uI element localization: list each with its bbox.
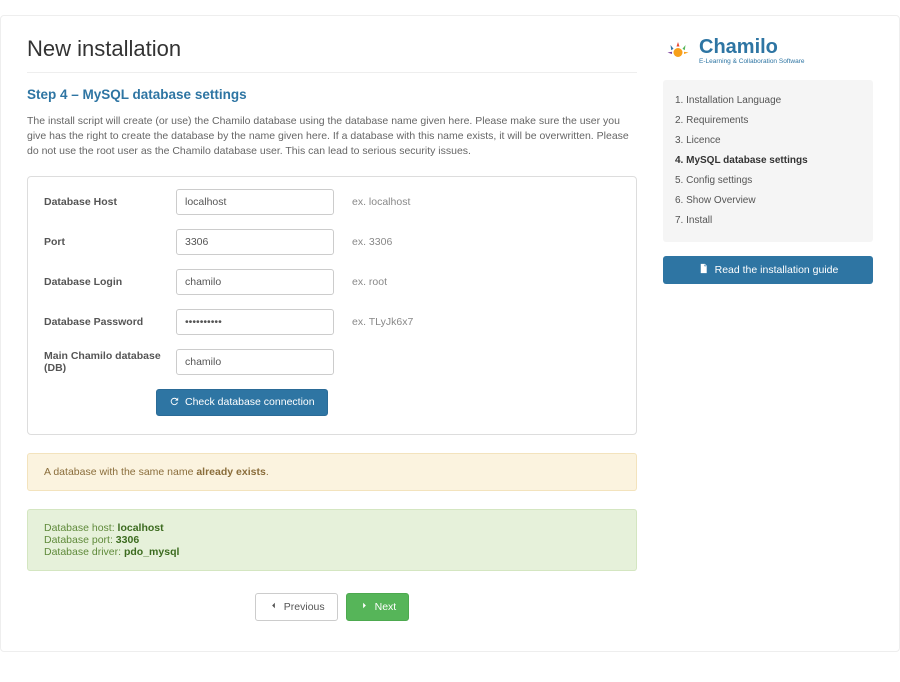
- logo-icon: [663, 36, 693, 66]
- db-port-hint: ex. 3306: [352, 236, 392, 248]
- db-name-label: Main Chamilo database (DB): [44, 350, 176, 374]
- logo-tagline: E-Learning & Collaboration Software: [699, 58, 805, 65]
- step-item-6: 6. Show Overview: [675, 190, 861, 210]
- db-result-panel: Database host: localhost Database port: …: [27, 509, 637, 571]
- next-button[interactable]: Next: [346, 593, 410, 621]
- db-host-hint: ex. localhost: [352, 196, 410, 208]
- intro-text: The install script will create (or use) …: [27, 114, 637, 160]
- db-exists-warning: A database with the same name already ex…: [27, 453, 637, 491]
- db-port-input[interactable]: [176, 229, 334, 255]
- installation-guide-button[interactable]: Read the installation guide: [663, 256, 873, 284]
- step-heading: Step 4 – MySQL database settings: [27, 87, 637, 102]
- db-login-input[interactable]: [176, 269, 334, 295]
- db-settings-panel: Database Host ex. localhost Port ex. 330…: [27, 176, 637, 436]
- db-login-hint: ex. root: [352, 276, 387, 288]
- step-item-2: 2. Requirements: [675, 110, 861, 130]
- db-name-input[interactable]: [176, 349, 334, 375]
- refresh-icon: [169, 396, 180, 410]
- step-item-5: 5. Config settings: [675, 170, 861, 190]
- db-password-label: Database Password: [44, 316, 176, 328]
- db-login-label: Database Login: [44, 276, 176, 288]
- db-host-input[interactable]: [176, 189, 334, 215]
- logo-text: Chamilo: [699, 37, 805, 57]
- check-connection-label: Check database connection: [185, 397, 315, 408]
- installation-guide-label: Read the installation guide: [715, 264, 839, 276]
- page-title: New installation: [27, 36, 637, 62]
- step-item-3: 3. Licence: [675, 130, 861, 150]
- step-item-1: 1. Installation Language: [675, 90, 861, 110]
- arrow-left-icon: [268, 600, 279, 614]
- db-password-hint: ex. TLyJk6x7: [352, 316, 413, 328]
- arrow-right-icon: [359, 600, 370, 614]
- previous-label: Previous: [284, 602, 325, 613]
- db-password-input[interactable]: [176, 309, 334, 335]
- db-port-label: Port: [44, 236, 176, 248]
- divider: [27, 72, 637, 73]
- step-item-7: 7. Install: [675, 210, 861, 230]
- db-host-label: Database Host: [44, 196, 176, 208]
- check-connection-button[interactable]: Check database connection: [156, 389, 328, 417]
- install-steps-box: 1. Installation Language2. Requirements3…: [663, 80, 873, 242]
- step-item-4: 4. MySQL database settings: [675, 150, 861, 170]
- next-label: Next: [375, 602, 397, 613]
- file-icon: [698, 263, 709, 277]
- chamilo-logo: Chamilo E-Learning & Collaboration Softw…: [663, 36, 873, 66]
- previous-button[interactable]: Previous: [255, 593, 338, 621]
